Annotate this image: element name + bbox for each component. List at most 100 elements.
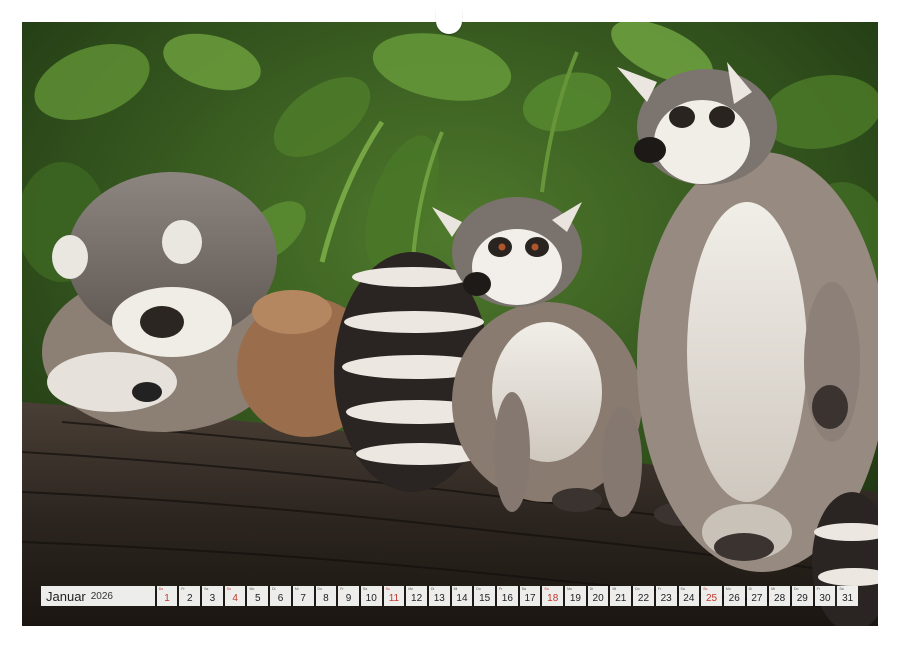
day-cell: Sa 17 <box>519 586 541 606</box>
day-number: 15 <box>479 593 491 604</box>
weekday-label: Fr <box>657 587 662 591</box>
day-number: 25 <box>705 593 718 604</box>
day-number: 11 <box>388 593 400 604</box>
weekday-label: Sa <box>521 587 526 591</box>
day-cell: So 25 <box>701 586 722 606</box>
weekday-label: Sa <box>362 587 368 591</box>
day-cell: Do 22 <box>633 586 654 606</box>
weekday-label: Mo <box>725 587 731 591</box>
month-name: Januar <box>46 588 86 604</box>
day-cell: So 4 <box>224 586 246 606</box>
weekday-label: Di <box>272 587 276 591</box>
weekday-label: Mo <box>408 587 414 591</box>
weekday-label: Sa <box>204 587 209 591</box>
day-cell: Fr 9 <box>338 586 359 606</box>
day-cell: Do 8 <box>315 586 337 606</box>
day-cell: Do 1 <box>156 586 178 606</box>
day-number: 24 <box>683 593 695 604</box>
weekday-label: So <box>703 587 708 591</box>
day-number: 5 <box>255 593 261 604</box>
calendar-page: Januar 2026 Do 1 Fr 2 Sa 3 So 4 Mo 5 Di 6 Mi 7 Do 8 Fr 9 S… <box>0 0 899 648</box>
weekday-label: So <box>544 587 549 591</box>
day-number: 31 <box>842 593 854 604</box>
day-number: 12 <box>411 593 423 604</box>
day-cell: Mi 14 <box>451 586 473 606</box>
day-cell: So 18 <box>542 586 564 606</box>
day-number: 22 <box>637 593 650 604</box>
day-cell: Mi 21 <box>610 586 632 606</box>
calendar-strip: Januar 2026 Do 1 Fr 2 Sa 3 So 4 Mo 5 Di 6 Mi 7 Do 8 Fr 9 S… <box>41 586 858 606</box>
weekday-label: Mi <box>612 587 617 591</box>
weekday-label: Mo <box>249 587 255 591</box>
day-number: 9 <box>345 593 352 604</box>
day-number: 26 <box>728 593 740 604</box>
day-cell: Di 20 <box>587 586 609 606</box>
day-cell: Mi 28 <box>769 586 790 606</box>
day-cell: Di 6 <box>270 586 291 606</box>
day-number: 4 <box>232 593 238 604</box>
day-cell: Sa 31 <box>837 586 858 606</box>
weekday-label: So <box>226 587 232 591</box>
day-cell: Sa 24 <box>678 586 700 606</box>
day-number: 3 <box>209 593 216 604</box>
weekday-label: Mi <box>294 587 299 591</box>
day-number: 29 <box>796 593 808 604</box>
weekday-label: Di <box>430 587 435 591</box>
weekday-label: Do <box>476 587 481 591</box>
weekday-label: Di <box>589 587 594 591</box>
day-cell: So 11 <box>383 586 405 606</box>
day-number: 28 <box>774 593 786 604</box>
year-label: 2026 <box>90 590 113 602</box>
day-cell: Fr 23 <box>655 586 677 606</box>
day-cell: Di 27 <box>746 586 768 606</box>
day-cell: Do 15 <box>474 586 495 606</box>
day-number: 16 <box>501 593 513 604</box>
day-number: 13 <box>433 593 445 604</box>
weekday-label: So <box>385 587 390 591</box>
weekday-label: Fr <box>340 587 344 591</box>
day-number: 6 <box>277 593 284 604</box>
weekday-label: Mi <box>453 587 458 591</box>
day-number: 7 <box>300 593 306 604</box>
day-number: 19 <box>569 593 581 604</box>
day-number: 30 <box>819 593 831 604</box>
month-label-box: Januar 2026 <box>41 586 155 606</box>
day-cell: Fr 16 <box>497 586 518 606</box>
day-number: 18 <box>547 593 559 604</box>
day-cell: Mo 5 <box>247 586 269 606</box>
day-cell: Fr 2 <box>179 586 201 606</box>
weekday-label: Do <box>635 587 640 591</box>
day-number: 14 <box>456 593 468 604</box>
day-number: 23 <box>660 593 672 604</box>
day-cells: Do 1 Fr 2 Sa 3 So 4 Mo 5 Di 6 Mi 7 Do 8 Fr 9 Sa 10 So 11 Mo 12 D… <box>156 586 858 606</box>
day-cell: Mo 19 <box>565 586 586 606</box>
day-cell: Sa 3 <box>202 586 223 606</box>
day-cell: Sa 10 <box>360 586 382 606</box>
weekday-label: Mi <box>771 587 775 591</box>
day-cell: Fr 30 <box>814 586 836 606</box>
day-number: 20 <box>592 593 604 604</box>
weekday-label: Fr <box>499 587 503 591</box>
weekday-label: Di <box>748 587 752 591</box>
weekday-label: Do <box>158 587 164 591</box>
day-number: 1 <box>164 593 170 604</box>
photo-illustration <box>22 22 878 626</box>
day-cell: Mo 26 <box>723 586 745 606</box>
day-number: 10 <box>365 593 377 604</box>
weekday-label: Fr <box>816 587 820 591</box>
day-cell: Mo 12 <box>406 586 427 606</box>
weekday-label: Do <box>793 587 799 591</box>
weekday-label: Fr <box>181 587 185 591</box>
weekday-label: Do <box>317 587 322 591</box>
day-cell: Mi 7 <box>292 586 314 606</box>
lemur-photo <box>22 22 878 626</box>
day-number: 8 <box>323 593 329 604</box>
day-number: 21 <box>615 593 627 604</box>
day-number: 17 <box>524 593 536 604</box>
weekday-label: Sa <box>680 587 685 591</box>
weekday-label: Mo <box>567 587 572 591</box>
day-cell: Di 13 <box>428 586 450 606</box>
day-number: 2 <box>186 593 193 604</box>
day-number: 27 <box>751 593 763 604</box>
day-cell: Do 29 <box>791 586 813 606</box>
